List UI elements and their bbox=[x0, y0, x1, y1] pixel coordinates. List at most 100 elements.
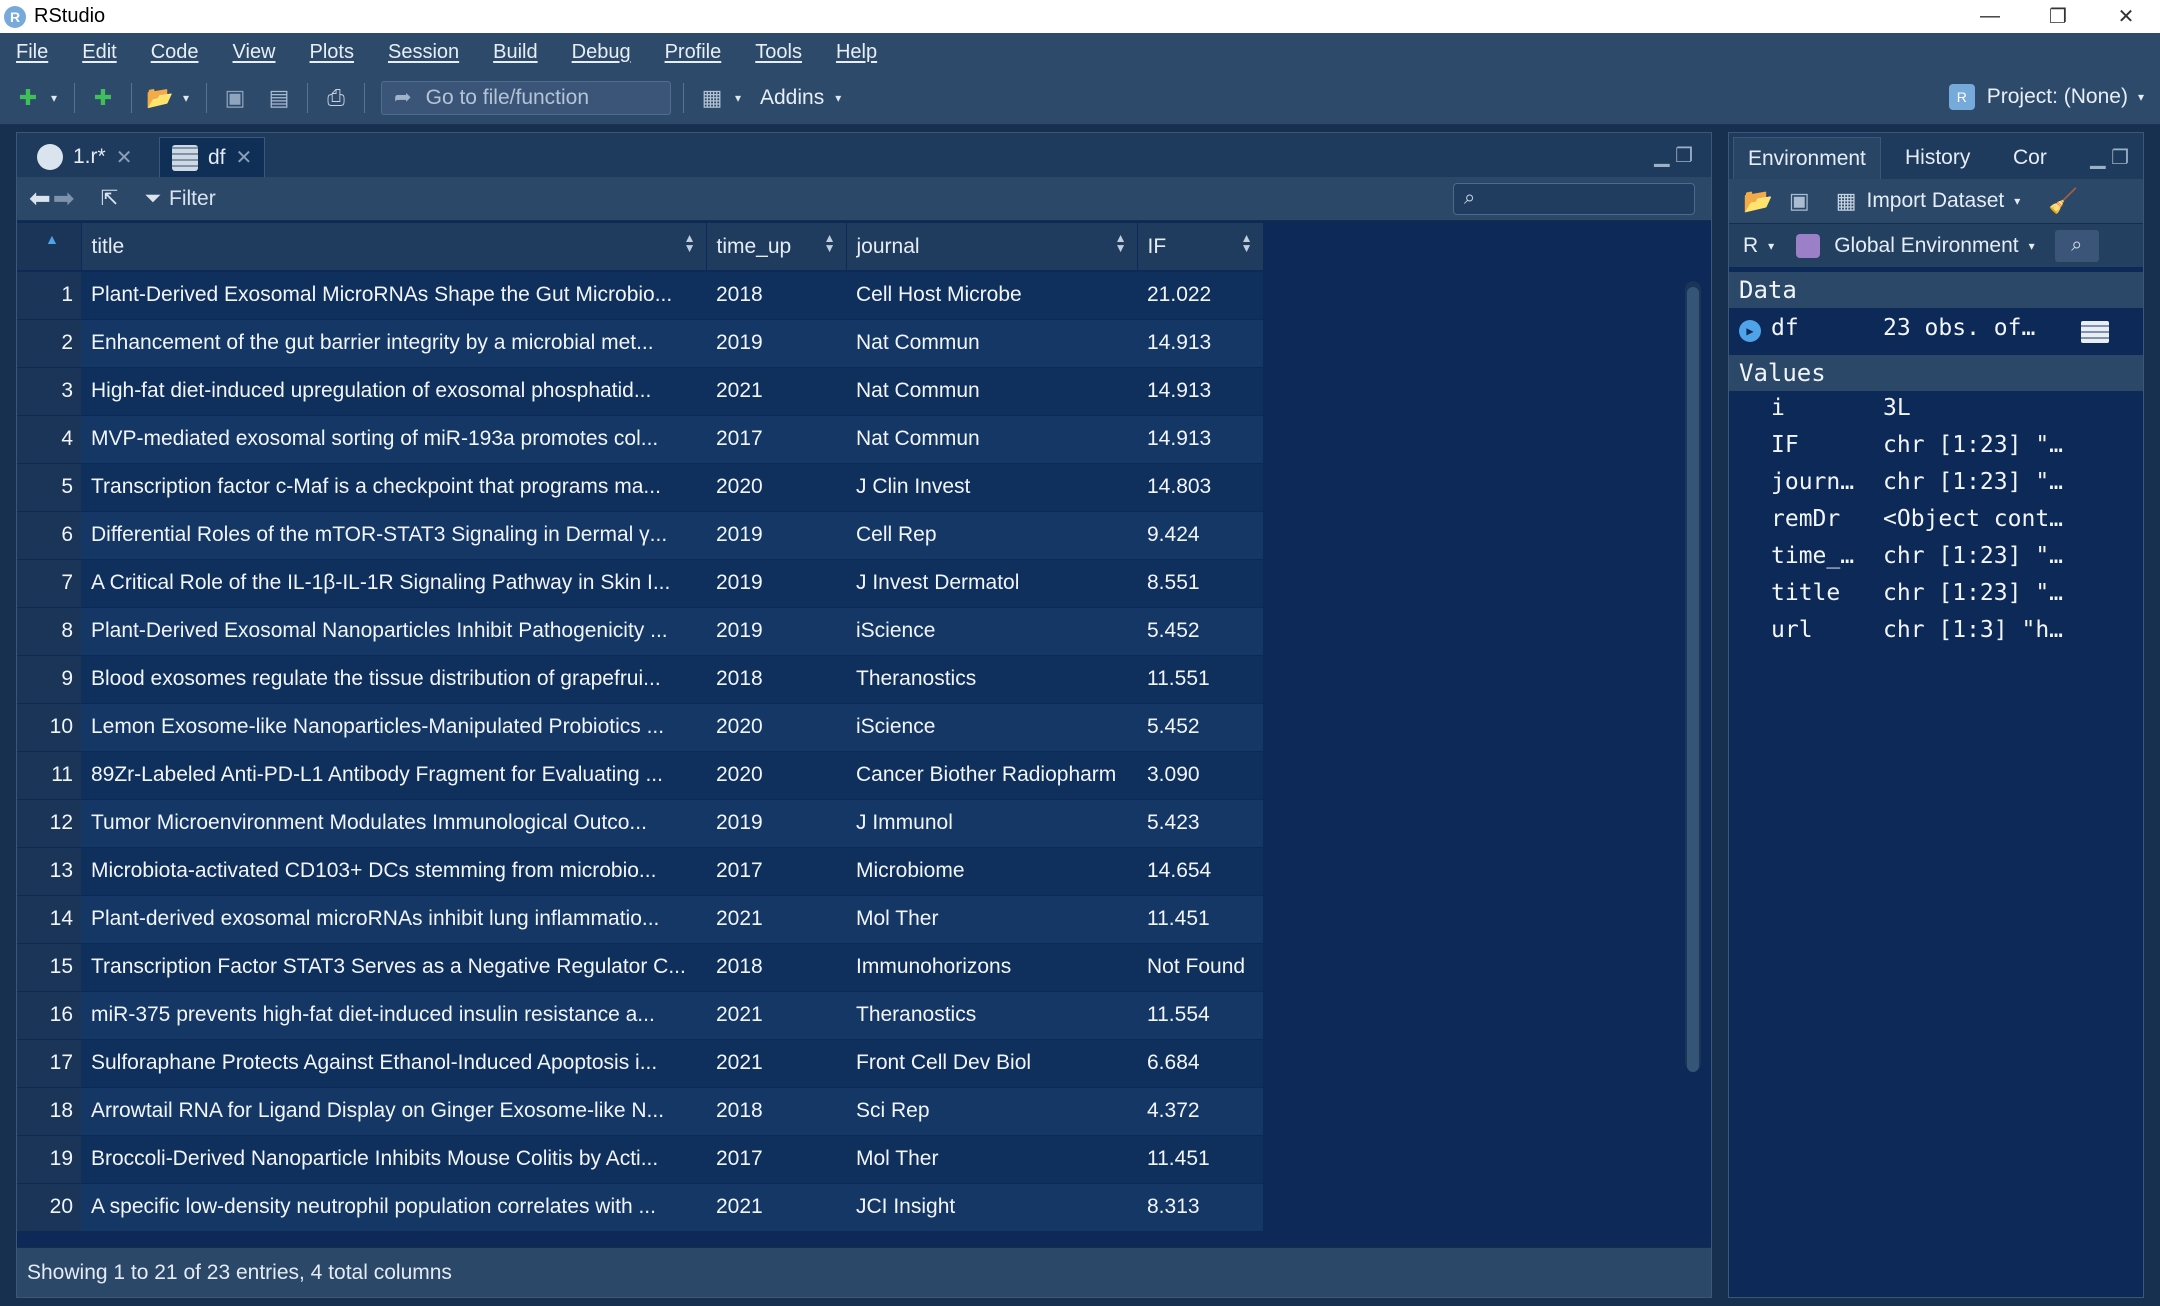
cell-title[interactable]: A specific low-density neutrophil popula… bbox=[81, 1183, 706, 1232]
menu-edit[interactable]: Edit bbox=[82, 41, 116, 64]
cell-time-up[interactable]: 2018 bbox=[706, 943, 846, 992]
env-value-row[interactable]: journ… chr [1:23] "… bbox=[1729, 469, 2143, 506]
menu-code[interactable]: Code bbox=[151, 41, 199, 64]
menu-profile[interactable]: Profile bbox=[665, 41, 722, 64]
cell-title[interactable]: Enhancement of the gut barrier integrity… bbox=[81, 319, 706, 368]
cell-time-up[interactable]: 2021 bbox=[706, 367, 846, 416]
env-data-row[interactable]: ▶ df 23 obs. of… bbox=[1729, 315, 2143, 352]
cell-time-up[interactable]: 2021 bbox=[706, 991, 846, 1040]
broom-icon[interactable]: 🧹 bbox=[2048, 187, 2078, 216]
cell-journal[interactable]: Mol Ther bbox=[846, 1135, 1137, 1184]
cell-title[interactable]: MVP-mediated exosomal sorting of miR-193… bbox=[81, 415, 706, 464]
back-arrow-icon[interactable]: ⬅ bbox=[29, 183, 51, 214]
cell-if[interactable]: 14.913 bbox=[1137, 319, 1263, 368]
cell-if[interactable]: 9.424 bbox=[1137, 511, 1263, 560]
chevron-down-icon[interactable]: ▾ bbox=[730, 82, 746, 114]
menu-view[interactable]: View bbox=[233, 41, 276, 64]
cell-title[interactable]: A Critical Role of the IL-1β-IL-1R Signa… bbox=[81, 559, 706, 608]
menu-help[interactable]: Help bbox=[836, 41, 877, 64]
env-value-row[interactable]: i 3L bbox=[1729, 395, 2143, 432]
cell-time-up[interactable]: 2019 bbox=[706, 799, 846, 848]
save-icon[interactable]: ▣ bbox=[1789, 188, 1810, 214]
cell-if[interactable]: 14.803 bbox=[1137, 463, 1263, 512]
cell-journal[interactable]: Microbiome bbox=[846, 847, 1137, 896]
cell-title[interactable]: High-fat diet-induced upregulation of ex… bbox=[81, 367, 706, 416]
close-icon[interactable]: ✕ bbox=[116, 145, 133, 170]
column-header-title[interactable]: title ▲ ▼ bbox=[81, 223, 707, 272]
env-value-row[interactable]: title chr [1:23] "… bbox=[1729, 580, 2143, 617]
cell-journal[interactable]: Front Cell Dev Biol bbox=[846, 1039, 1137, 1088]
chevron-down-icon[interactable]: ▾ bbox=[2029, 239, 2035, 253]
cell-if[interactable]: 3.090 bbox=[1137, 751, 1263, 800]
cell-if[interactable]: 5.452 bbox=[1137, 607, 1263, 656]
tab-df[interactable]: df ✕ bbox=[159, 137, 266, 177]
cell-if[interactable]: 8.551 bbox=[1137, 559, 1263, 608]
cell-journal[interactable]: Nat Commun bbox=[846, 319, 1137, 368]
cell-if[interactable]: 14.654 bbox=[1137, 847, 1263, 896]
maximize-button[interactable]: ❐ bbox=[2024, 0, 2092, 33]
cell-if[interactable]: 21.022 bbox=[1137, 271, 1263, 320]
cell-journal[interactable]: JCI Insight bbox=[846, 1183, 1137, 1232]
cell-journal[interactable]: Immunohorizons bbox=[846, 943, 1137, 992]
cell-time-up[interactable]: 2019 bbox=[706, 319, 846, 368]
rownum-header[interactable]: ▲ bbox=[17, 223, 82, 272]
grid-layout-icon[interactable]: ▦ bbox=[696, 82, 728, 114]
cell-journal[interactable]: Nat Commun bbox=[846, 415, 1137, 464]
forward-arrow-icon[interactable]: ➡ bbox=[53, 183, 75, 214]
menu-plots[interactable]: Plots bbox=[310, 41, 354, 64]
cell-title[interactable]: Plant-derived exosomal microRNAs inhibit… bbox=[81, 895, 706, 944]
cell-journal[interactable]: iScience bbox=[846, 607, 1137, 656]
popout-icon[interactable]: ⇱ bbox=[101, 186, 119, 211]
cell-title[interactable]: Microbiota-activated CD103+ DCs stemming… bbox=[81, 847, 706, 896]
cell-if[interactable]: 4.372 bbox=[1137, 1087, 1263, 1136]
cell-if[interactable]: 6.684 bbox=[1137, 1039, 1263, 1088]
cell-time-up[interactable]: 2017 bbox=[706, 415, 846, 464]
cell-journal[interactable]: Cell Rep bbox=[846, 511, 1137, 560]
cell-time-up[interactable]: 2021 bbox=[706, 1039, 846, 1088]
tab-script[interactable]: 1.r* ✕ bbox=[25, 137, 144, 177]
cell-journal[interactable]: Cell Host Microbe bbox=[846, 271, 1137, 320]
open-folder-icon[interactable]: 📂 bbox=[1743, 187, 1773, 216]
save-icon[interactable]: ▣ bbox=[219, 82, 251, 114]
chevron-down-icon[interactable]: ▾ bbox=[178, 82, 194, 114]
close-button[interactable]: ✕ bbox=[2092, 0, 2160, 33]
cell-title[interactable]: miR-375 prevents high-fat diet-induced i… bbox=[81, 991, 706, 1040]
tab-connections[interactable]: Cor bbox=[1999, 137, 2061, 179]
cell-if[interactable]: 11.551 bbox=[1137, 655, 1263, 704]
new-file-icon[interactable]: ✚ bbox=[12, 82, 44, 114]
cell-journal[interactable]: J Clin Invest bbox=[846, 463, 1137, 512]
expand-icon[interactable]: ▶ bbox=[1739, 320, 1761, 342]
cell-if[interactable]: 14.913 bbox=[1137, 415, 1263, 464]
cell-if[interactable]: Not Found bbox=[1137, 943, 1263, 992]
pane-window-controls[interactable]: ▁ ❐ bbox=[2090, 145, 2129, 170]
cell-time-up[interactable]: 2020 bbox=[706, 463, 846, 512]
cell-title[interactable]: Lemon Exosome-like Nanoparticles-Manipul… bbox=[81, 703, 706, 752]
cell-journal[interactable]: J Invest Dermatol bbox=[846, 559, 1137, 608]
cell-title[interactable]: Sulforaphane Protects Against Ethanol-In… bbox=[81, 1039, 706, 1088]
cell-journal[interactable]: Mol Ther bbox=[846, 895, 1137, 944]
env-value-row[interactable]: IF chr [1:23] "… bbox=[1729, 432, 2143, 469]
addins-menu[interactable]: Addins bbox=[760, 86, 824, 110]
cell-time-up[interactable]: 2021 bbox=[706, 895, 846, 944]
language-select[interactable]: R bbox=[1743, 234, 1758, 258]
env-value-row[interactable]: remDr <Object cont… bbox=[1729, 506, 2143, 543]
new-project-icon[interactable]: ✚ bbox=[87, 82, 119, 114]
project-menu[interactable]: R Project: (None) ▾ bbox=[1948, 84, 2144, 110]
pane-window-controls[interactable]: ▁ ❐ bbox=[1654, 143, 1693, 168]
cell-journal[interactable]: Cancer Biother Radiopharm bbox=[846, 751, 1137, 800]
cell-time-up[interactable]: 2020 bbox=[706, 703, 846, 752]
goto-file-function-input[interactable]: ➦ Go to file/function bbox=[381, 80, 671, 115]
chevron-down-icon[interactable]: ▾ bbox=[830, 82, 846, 114]
cell-if[interactable]: 11.451 bbox=[1137, 1135, 1263, 1184]
column-header-time-up[interactable]: time_up ▲ ▼ bbox=[706, 223, 847, 272]
cell-time-up[interactable]: 2018 bbox=[706, 655, 846, 704]
env-value-row[interactable]: time_… chr [1:23] "… bbox=[1729, 543, 2143, 580]
cell-title[interactable]: Plant-Derived Exosomal MicroRNAs Shape t… bbox=[81, 271, 706, 320]
env-value-row[interactable]: url chr [1:3] "h… bbox=[1729, 617, 2143, 654]
cell-journal[interactable]: Nat Commun bbox=[846, 367, 1137, 416]
cell-if[interactable]: 5.452 bbox=[1137, 703, 1263, 752]
cell-journal[interactable]: J Immunol bbox=[846, 799, 1137, 848]
cell-journal[interactable]: Theranostics bbox=[846, 991, 1137, 1040]
tab-history[interactable]: History bbox=[1891, 137, 1984, 179]
column-header-if[interactable]: IF ▲ ▼ bbox=[1137, 223, 1264, 272]
